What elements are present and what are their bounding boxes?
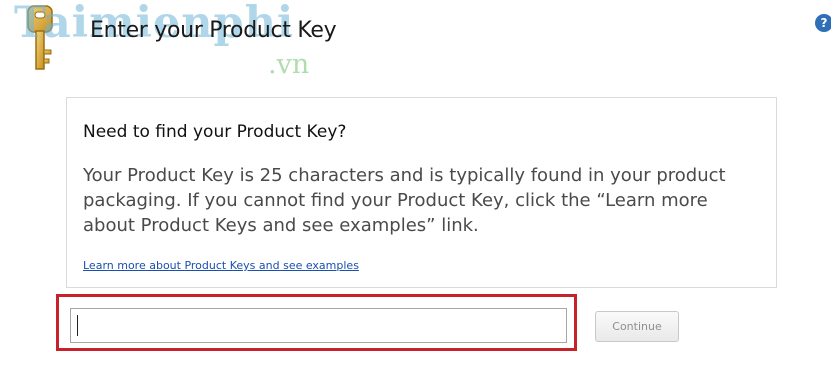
info-panel: Need to find your Product Key? Your Prod… [66,97,777,288]
text-caret [77,315,78,336]
info-body-text: Your Product Key is 25 characters and is… [83,165,726,236]
page-title: Enter your Product Key [90,18,337,43]
help-glyph: ? [820,16,828,30]
help-icon[interactable]: ? [815,14,831,32]
product-key-input[interactable] [70,308,567,343]
watermark-domain: .vn [268,49,310,80]
continue-button[interactable]: Continue [595,311,679,342]
info-heading: Need to find your Product Key? [83,122,347,142]
learn-more-link[interactable]: Learn more about Product Keys and see ex… [83,259,359,272]
